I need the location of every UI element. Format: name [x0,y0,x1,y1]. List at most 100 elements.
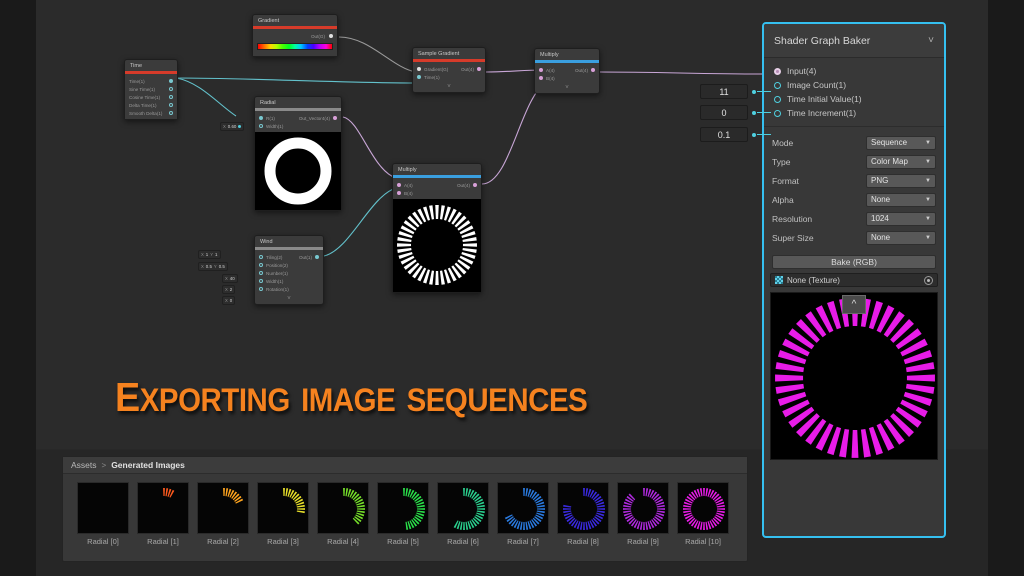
node-collapse-chevron-icon[interactable]: ˅ [535,84,599,93]
baker-port-time-increment[interactable]: Time Increment(1) [764,106,944,120]
port-row: Delta Time(1) [125,101,177,109]
node-multiply-top[interactable]: Multiply A(4) Out(4) B(4) ˅ [534,48,600,94]
node-wind[interactable]: Wind Tiling(2) Out(1) Position(2) Number… [254,235,324,305]
output-port[interactable] [169,87,173,91]
input-port[interactable] [259,279,263,283]
baker-header[interactable]: Shader Graph Baker ˅ [764,24,944,58]
asset-thumbnail[interactable] [257,482,309,534]
output-port[interactable] [315,255,319,259]
node-radial[interactable]: Radial R(1) Out_Vector4(4) Width(1) [254,96,342,211]
port-row: Time(1) [125,77,177,85]
image-count-input[interactable]: 11 [700,84,748,99]
asset-item[interactable]: Radial [5] [377,482,429,546]
alpha-dropdown[interactable]: None ▼ [866,192,936,207]
asset-thumbnail[interactable] [557,482,609,534]
output-port[interactable] [169,103,173,107]
breadcrumb[interactable]: Assets > Generated Images [63,457,747,474]
setting-label: Super Size [772,232,814,243]
input-port[interactable] [417,75,421,79]
output-port[interactable] [591,68,595,72]
baker-port-image-count[interactable]: Image Count(1) [764,78,944,92]
asset-ring-graphic [504,488,545,530]
input-port[interactable] [774,67,781,75]
output-port[interactable] [333,116,337,120]
output-port[interactable] [473,183,477,187]
node-collapse-chevron-icon[interactable]: ˅ [255,295,323,304]
asset-ring-graphic [163,488,175,498]
asset-thumbnail[interactable] [377,482,429,534]
preview-collapse-button[interactable]: ^ [842,295,866,314]
input-port[interactable] [774,95,781,103]
asset-label: Radial [2] [207,537,239,546]
breadcrumb-root[interactable]: Assets [71,460,97,470]
texture-object-field[interactable]: None (Texture) [770,273,938,287]
asset-item[interactable]: Radial [10] [677,482,729,546]
wind-width-field[interactable]: X 2 [222,285,236,294]
input-port[interactable] [539,68,543,72]
wind-number-field[interactable]: X 40 [222,274,238,283]
asset-item[interactable]: Radial [1] [137,482,189,546]
output-port[interactable] [169,79,173,83]
asset-item[interactable]: Radial [8] [557,482,609,546]
input-port[interactable] [417,67,421,71]
asset-item[interactable]: Radial [3] [257,482,309,546]
format-dropdown[interactable]: PNG ▼ [866,173,936,188]
input-port[interactable] [397,183,401,187]
input-port[interactable] [259,255,263,259]
asset-item[interactable]: Radial [9] [617,482,669,546]
input-port[interactable] [774,109,781,117]
time-initial-value-input[interactable]: 0 [700,105,748,120]
gradient-swatch[interactable] [257,43,333,50]
asset-thumbnail[interactable] [137,482,189,534]
chevron-down-icon[interactable]: ˅ [928,35,934,46]
project-assets-panel[interactable]: Assets > Generated Images Radial [0] Radi… [62,456,748,562]
asset-thumbnail[interactable] [437,482,489,534]
asset-thumbnail[interactable] [677,482,729,534]
input-port[interactable] [774,81,781,89]
asset-item[interactable]: Radial [0] [77,482,129,546]
screenshot-root: Time Time(1) Sine Time(1) Cosine Time(1)… [0,0,1024,576]
asset-item[interactable]: Radial [4] [317,482,369,546]
node-sample-gradient[interactable]: Sample Gradient Gradient(G) Out(4) Time(… [412,47,486,93]
resolution-dropdown[interactable]: 1024 ▼ [866,211,936,226]
node-multiply-mid[interactable]: Multiply A(4) Out(4) B(4) [392,163,482,293]
wind-position-field[interactable]: X 0.5 Y 0.5 [198,262,228,271]
asset-item[interactable]: Radial [6] [437,482,489,546]
asset-thumbnail[interactable] [617,482,669,534]
object-picker-icon[interactable] [924,275,933,285]
output-port[interactable] [169,111,173,115]
input-port[interactable] [259,124,263,128]
time-increment-input[interactable]: 0.1 [700,127,748,142]
baker-port-time-initial[interactable]: Time Initial Value(1) [764,92,944,106]
baker-port-input[interactable]: Input(4) [764,64,944,78]
type-dropdown[interactable]: Color Map ▼ [866,154,936,169]
axis-label-x: X [201,252,204,257]
radial-width-field[interactable]: X 0.60 [220,122,245,131]
asset-item[interactable]: Radial [7] [497,482,549,546]
node-time[interactable]: Time Time(1) Sine Time(1) Cosine Time(1)… [124,59,178,120]
wind-tiling-field[interactable]: X 1 Y 1 [198,250,221,259]
output-port[interactable] [477,67,481,71]
shader-graph-baker-panel[interactable]: Shader Graph Baker ˅ Input(4) Image Coun… [762,22,946,538]
asset-thumbnail[interactable] [77,482,129,534]
output-port[interactable] [169,95,173,99]
input-port[interactable] [259,271,263,275]
input-port[interactable] [259,116,263,120]
bake-button[interactable]: Bake (RGB) [772,255,936,269]
super-size-dropdown[interactable]: None ▼ [866,230,936,245]
asset-item[interactable]: Radial [2] [197,482,249,546]
output-port[interactable] [329,34,333,38]
input-port[interactable] [539,76,543,80]
asset-thumbnail[interactable] [317,482,369,534]
asset-thumbnail[interactable] [197,482,249,534]
mode-dropdown[interactable]: Sequence ▼ [866,135,936,150]
wind-rotation-field[interactable]: X 0 [222,296,236,305]
input-port[interactable] [397,191,401,195]
asset-label: Radial [7] [507,537,539,546]
node-collapse-chevron-icon[interactable]: ˅ [413,83,485,92]
input-port[interactable] [259,263,263,267]
node-gradient[interactable]: Gradient Out(G) [252,14,338,57]
asset-thumbnail[interactable] [497,482,549,534]
input-port[interactable] [259,287,263,291]
assets-grid[interactable]: Radial [0] Radial [1] Radial [2] Radial [3]… [63,474,747,546]
